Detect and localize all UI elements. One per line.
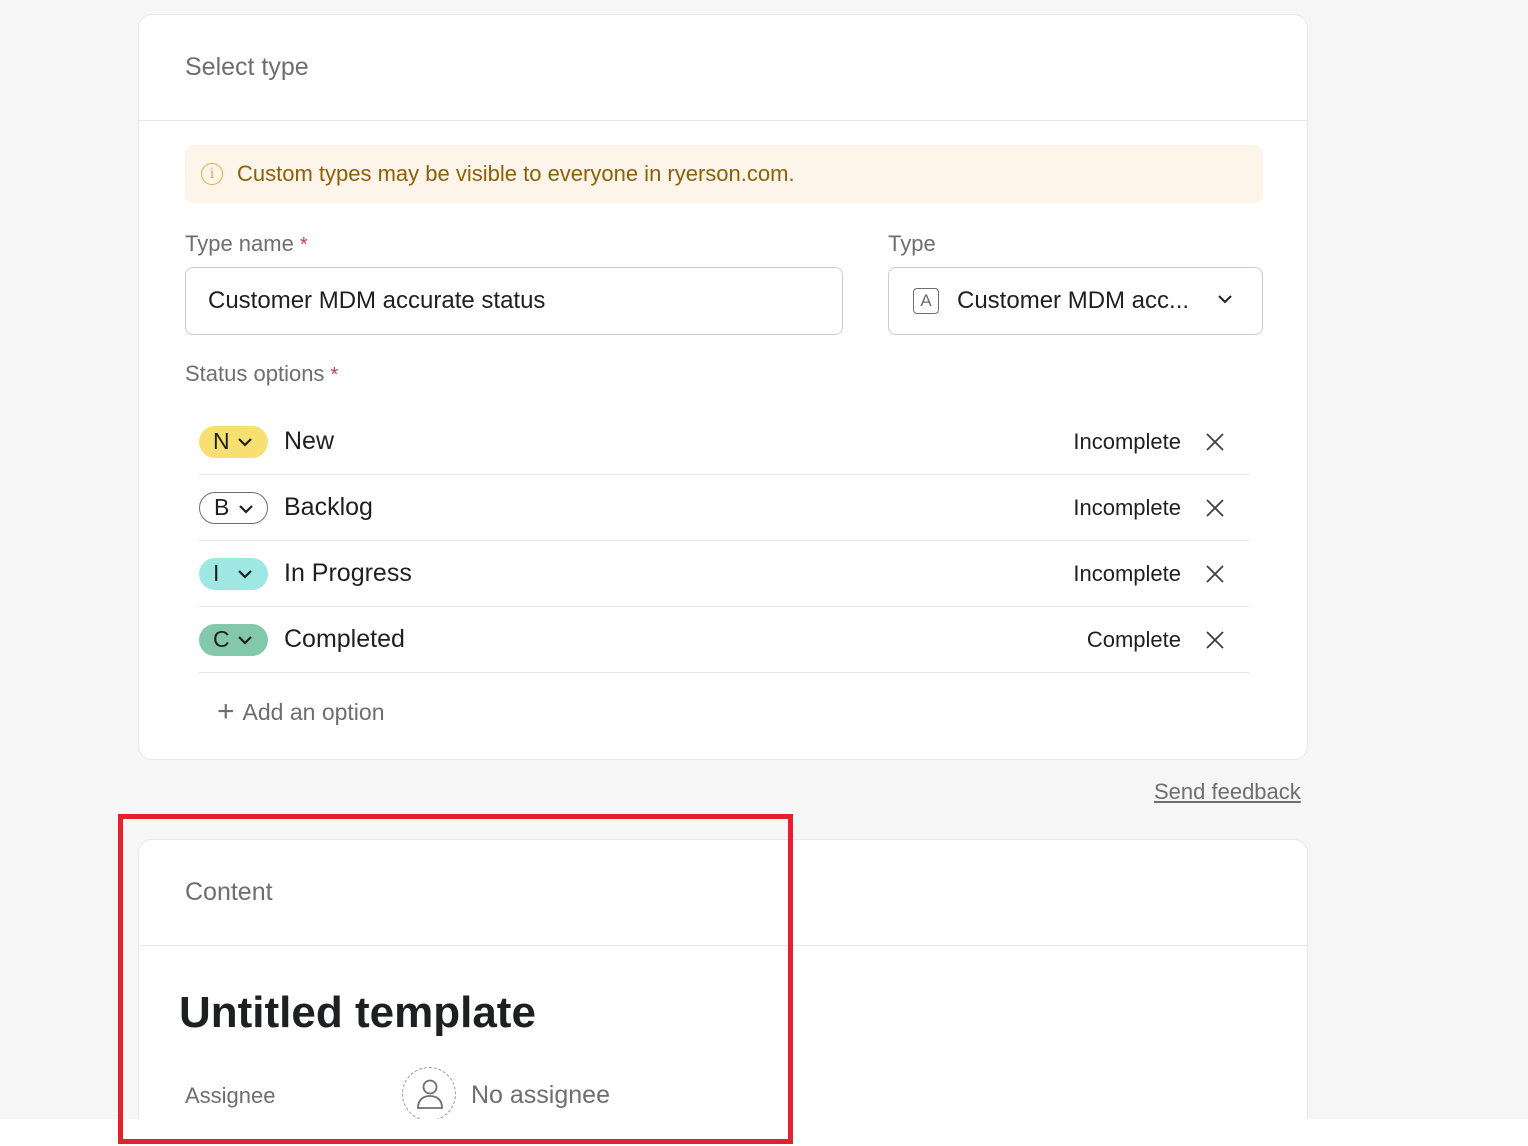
status-color-picker[interactable]: N bbox=[199, 425, 268, 458]
select-type-card: Select type i Custom types may be visibl… bbox=[138, 14, 1308, 760]
type-name-label-text: Type name bbox=[185, 231, 294, 256]
close-icon[interactable] bbox=[1205, 498, 1225, 518]
status-state[interactable]: Incomplete bbox=[1073, 561, 1181, 587]
status-row-backlog: B Backlog Incomplete bbox=[199, 475, 1249, 541]
status-row-new: N New Incomplete bbox=[199, 409, 1249, 475]
chevron-down-icon bbox=[238, 437, 252, 447]
close-icon[interactable] bbox=[1205, 564, 1225, 584]
status-name[interactable]: New bbox=[284, 427, 334, 456]
template-title[interactable]: Untitled template bbox=[179, 988, 536, 1038]
assignee-label: Assignee bbox=[185, 1083, 276, 1108]
status-color-picker[interactable]: B bbox=[199, 491, 268, 524]
type-name-label: Type name * bbox=[185, 231, 308, 257]
assignee-value[interactable]: No assignee bbox=[471, 1081, 610, 1110]
chevron-down-icon bbox=[238, 569, 252, 579]
required-asterisk: * bbox=[299, 234, 308, 256]
status-letter: I bbox=[213, 560, 220, 586]
status-state[interactable]: Complete bbox=[1087, 627, 1181, 653]
content-card: Content Untitled template Assignee No as… bbox=[138, 839, 1308, 1146]
type-name-value: Customer MDM accurate status bbox=[208, 287, 546, 314]
select-type-header: Select type bbox=[139, 15, 1307, 121]
close-icon[interactable] bbox=[1205, 630, 1225, 650]
assignee-avatar[interactable] bbox=[402, 1067, 456, 1121]
info-icon: i bbox=[201, 163, 223, 185]
chevron-down-icon bbox=[1218, 295, 1232, 304]
type-label: Type bbox=[888, 231, 936, 256]
add-option-label: Add an option bbox=[242, 698, 385, 725]
status-letter: B bbox=[214, 494, 230, 520]
bottom-strip bbox=[0, 1119, 1528, 1146]
letter-a-icon: A bbox=[913, 288, 939, 314]
status-letter: C bbox=[213, 626, 230, 652]
required-asterisk: * bbox=[330, 364, 339, 386]
status-row-completed: C Completed Complete bbox=[199, 607, 1249, 673]
status-name[interactable]: Completed bbox=[284, 625, 405, 654]
status-options-label: Status options * bbox=[185, 361, 338, 387]
content-header: Content bbox=[139, 840, 1307, 946]
status-state[interactable]: Incomplete bbox=[1073, 429, 1181, 455]
add-option-button[interactable]: + Add an option bbox=[217, 697, 384, 727]
type-name-input[interactable]: Customer MDM accurate status bbox=[185, 267, 843, 335]
send-feedback-link[interactable]: Send feedback bbox=[1154, 779, 1301, 805]
person-icon bbox=[417, 1079, 443, 1109]
status-state[interactable]: Incomplete bbox=[1073, 495, 1181, 521]
status-color-picker[interactable]: C bbox=[199, 623, 268, 656]
type-select-value: Customer MDM acc... bbox=[957, 287, 1190, 314]
status-row-in-progress: I In Progress Incomplete bbox=[199, 541, 1249, 607]
visibility-notice: i Custom types may be visible to everyon… bbox=[185, 145, 1263, 203]
status-options-list: N New Incomplete B Backlog Incomplete I … bbox=[199, 409, 1249, 673]
status-name[interactable]: Backlog bbox=[284, 493, 373, 522]
plus-icon: + bbox=[217, 695, 235, 728]
notice-text: Custom types may be visible to everyone … bbox=[237, 161, 795, 186]
status-color-picker[interactable]: I bbox=[199, 557, 268, 590]
status-name[interactable]: In Progress bbox=[284, 559, 412, 588]
chevron-down-icon bbox=[239, 504, 253, 514]
status-options-label-text: Status options bbox=[185, 361, 325, 386]
close-icon[interactable] bbox=[1205, 432, 1225, 452]
type-select[interactable]: A Customer MDM acc... bbox=[888, 267, 1263, 335]
status-letter: N bbox=[213, 428, 230, 454]
chevron-down-icon bbox=[238, 635, 252, 645]
